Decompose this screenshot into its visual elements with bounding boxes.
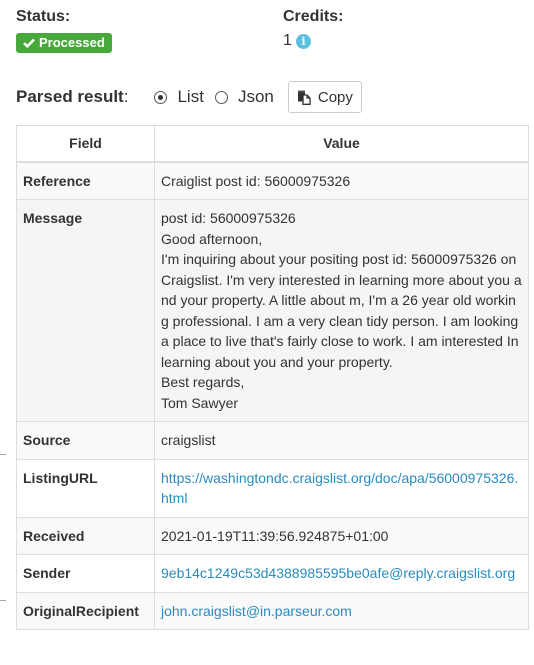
table-row-received: Received 2021-01-19T11:39:56.924875+01:0…: [16, 516, 529, 555]
field-name: Message: [16, 199, 155, 422]
listing-url-link[interactable]: https://washingtondc.craigslist.org/doc/…: [161, 470, 518, 507]
header-value: Value: [154, 125, 529, 163]
field-name: ListingURL: [16, 458, 155, 518]
table-row-listing-url: ListingURL https://washingtondc.craigsli…: [16, 458, 529, 518]
table-row-original-recipient: OriginalRecipient john.craigslist@in.par…: [16, 591, 529, 630]
copy-icon: [297, 90, 311, 105]
credits-value: 1: [283, 32, 292, 49]
copy-button-label: Copy: [317, 88, 353, 106]
field-value: 2021-01-19T11:39:56.924875+01:00: [154, 516, 529, 555]
radio-list-circle[interactable]: [154, 90, 168, 104]
status-badge: Processed: [16, 33, 112, 53]
header-field: Field: [16, 125, 155, 163]
parsed-result-table: Field Value Reference Craiglist post id:…: [16, 125, 529, 630]
field-name: Sender: [16, 554, 155, 593]
sender-email-link[interactable]: 9eb14c1249c53d4388985595be0afe@reply.cra…: [161, 565, 515, 581]
copy-button[interactable]: Copy: [287, 81, 362, 113]
message-value: post id: 56000975326 Good afternoon, I'm…: [154, 199, 529, 422]
status-badge-text: Processed: [39, 35, 105, 50]
message-line: Tom Sawyer: [161, 394, 239, 411]
table-row-source: Source craigslist: [16, 421, 529, 460]
message-line: I'm inquiring about your positing post i…: [161, 251, 522, 370]
radio-list[interactable]: List: [154, 87, 204, 107]
check-icon: [23, 38, 35, 48]
table-row-sender: Sender 9eb14c1249c53d4388985595be0afe@re…: [16, 554, 529, 593]
credits-label: Credits:: [283, 8, 344, 25]
message-line: post id: 56000975326: [161, 210, 296, 226]
parsed-result-label: Parsed result:: [16, 87, 128, 107]
status-label: Status:: [16, 8, 71, 25]
field-value: Craiglist post id: 56000975326: [154, 161, 529, 200]
credits-section: Credits: 1 i: [283, 8, 343, 50]
radio-json-circle[interactable]: [214, 90, 228, 104]
info-icon[interactable]: i: [295, 33, 311, 49]
edge-tick: [0, 454, 6, 455]
radio-json-label: Json: [237, 87, 274, 106]
field-name: Received: [16, 516, 155, 555]
status-section: Status: Processed: [16, 8, 112, 53]
radio-json[interactable]: Json: [214, 87, 274, 107]
field-name: Reference: [16, 161, 155, 200]
parsed-result-colon: :: [123, 87, 129, 106]
recipient-email-link[interactable]: john.craigslist@in.parseur.com: [161, 603, 352, 619]
parsed-result-label-text: Parsed result: [16, 87, 124, 106]
radio-list-label: List: [177, 87, 204, 106]
table-header-row: Field Value: [16, 125, 529, 163]
field-name: Source: [16, 421, 155, 460]
field-name: OriginalRecipient: [16, 591, 155, 630]
parsed-result-toolbar: Parsed result: List Json Copy: [16, 81, 362, 113]
field-value: craigslist: [154, 421, 529, 460]
table-row-reference: Reference Craiglist post id: 56000975326: [16, 161, 529, 200]
table-row-message: Message post id: 56000975326 Good aftern…: [16, 199, 529, 422]
radio-selected-dot: [158, 94, 164, 100]
message-line: Good afternoon,: [161, 230, 263, 247]
message-line: Best regards,: [161, 374, 245, 390]
edge-tick: [0, 600, 6, 601]
